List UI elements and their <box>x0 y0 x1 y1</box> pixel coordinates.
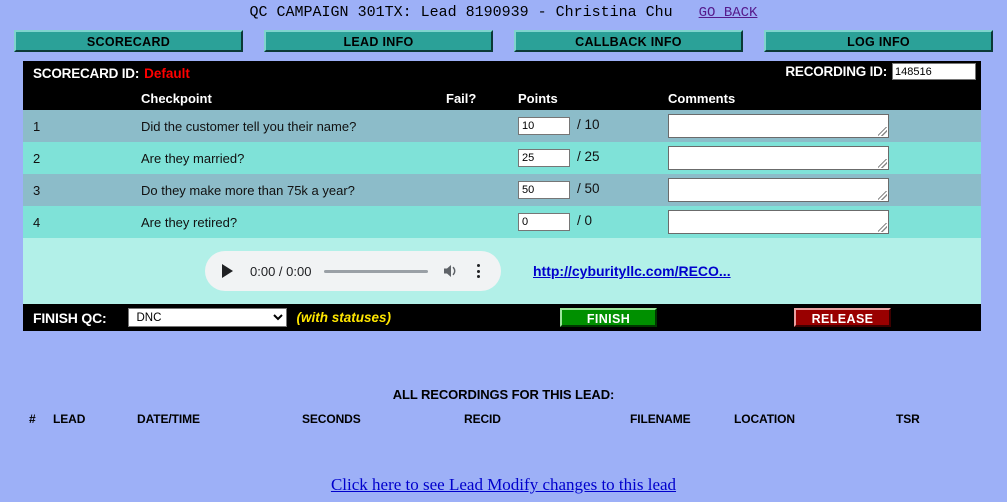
finish-qc-label: FINISH QC: <box>33 309 107 326</box>
points-max: / 10 <box>577 117 600 133</box>
column-header-comments: Comments <box>668 90 736 106</box>
points-input[interactable] <box>518 181 570 199</box>
points-max: / 25 <box>577 149 600 165</box>
table-row: 3 Do they make more than 75k a year? / 5… <box>23 174 981 206</box>
row-comments-cell <box>668 146 981 170</box>
tab-log-info[interactable]: LOG INFO <box>764 30 993 52</box>
recording-id-input[interactable] <box>892 63 976 80</box>
comments-textarea[interactable] <box>668 178 889 202</box>
all-recordings-title: ALL RECORDINGS FOR THIS LEAD: <box>392 387 615 402</box>
go-back-link[interactable]: GO BACK <box>699 5 758 21</box>
row-comments-cell <box>668 178 981 202</box>
recording-id-label: RECORDING ID: <box>785 64 887 79</box>
row-comments-cell <box>668 210 981 234</box>
tab-callback-info[interactable]: CALLBACK INFO <box>514 30 743 52</box>
recordings-column-filename: FILENAME <box>630 412 691 426</box>
table-row: 4 Are they retired? / 0 <box>23 206 981 238</box>
row-checkpoint: Are they married? <box>141 150 245 166</box>
row-number: 4 <box>33 214 41 230</box>
column-header-points: Points <box>518 90 558 106</box>
row-checkpoint: Are they retired? <box>141 214 238 230</box>
more-vertical-icon[interactable] <box>471 262 487 280</box>
recordings-column-location: LOCATION <box>734 412 795 426</box>
tab-lead-info[interactable]: LEAD INFO <box>264 30 493 52</box>
recordings-column-lead: LEAD <box>53 412 86 426</box>
column-header-checkpoint: Checkpoint <box>141 90 212 106</box>
audio-progress-slider[interactable] <box>324 269 428 273</box>
points-input[interactable] <box>518 117 570 135</box>
play-icon[interactable] <box>219 263 235 279</box>
row-points-cell: / 25 <box>518 149 668 167</box>
tab-scorecard[interactable]: SCORECARD <box>14 30 243 52</box>
row-number: 2 <box>33 150 41 166</box>
recordings-column-recid: RECID <box>464 412 501 426</box>
row-checkpoint: Did the customer tell you their name? <box>141 118 357 134</box>
comments-textarea[interactable] <box>668 146 889 170</box>
with-statuses-note: (with statuses) <box>296 310 391 325</box>
all-recordings-column-headers: # LEAD DATE/TIME SECONDS RECID FILENAME … <box>0 412 1007 430</box>
finish-button[interactable]: FINISH <box>560 308 657 327</box>
row-number: 1 <box>33 118 41 134</box>
row-points-cell: / 50 <box>518 181 668 199</box>
all-recordings-section: ALL RECORDINGS FOR THIS LEAD: # LEAD DAT… <box>0 387 1007 430</box>
scorecard-id-label: SCORECARD ID: <box>33 66 140 81</box>
points-input[interactable] <box>518 213 570 231</box>
release-button[interactable]: RELEASE <box>794 308 891 327</box>
column-header-fail: Fail? <box>446 90 477 106</box>
points-input[interactable] <box>518 149 570 167</box>
recording-player-row: 0:00 / 0:00 http://cyburityllc.com/RECO.… <box>23 238 981 304</box>
status-select[interactable]: DNC <box>128 308 288 327</box>
page-title-text: QC CAMPAIGN 301TX: Lead 8190939 - Christ… <box>249 4 673 21</box>
tab-bar: SCORECARD LEAD INFO CALLBACK INFO LOG IN… <box>0 30 1007 52</box>
scorecard-panel: SCORECARD ID: Default RECORDING ID: Chec… <box>23 61 981 331</box>
lead-modify-link[interactable]: Click here to see Lead Modify changes to… <box>331 475 676 494</box>
scorecard-column-headers: Checkpoint Fail? Points Comments <box>23 86 981 110</box>
scorecard-header: SCORECARD ID: Default RECORDING ID: <box>23 61 981 86</box>
comments-textarea[interactable] <box>668 210 889 234</box>
comments-textarea[interactable] <box>668 114 889 138</box>
footer: Click here to see Lead Modify changes to… <box>0 475 1007 495</box>
audio-time: 0:00 / 0:00 <box>250 263 312 279</box>
row-comments-cell <box>668 114 981 138</box>
points-max: / 50 <box>577 181 600 197</box>
recordings-column-seconds: SECONDS <box>302 412 361 426</box>
recordings-column-datetime: DATE/TIME <box>137 412 200 426</box>
table-row: 1 Did the customer tell you their name? … <box>23 110 981 142</box>
recordings-column-tsr: TSR <box>896 412 920 426</box>
row-points-cell: / 0 <box>518 213 668 231</box>
table-row: 2 Are they married? / 25 <box>23 142 981 174</box>
points-max: / 0 <box>577 213 593 229</box>
volume-icon[interactable] <box>441 262 461 280</box>
row-checkpoint: Do they make more than 75k a year? <box>141 182 355 198</box>
recording-id-group: RECORDING ID: <box>785 63 976 80</box>
page-title: QC CAMPAIGN 301TX: Lead 8190939 - Christ… <box>0 0 1007 21</box>
scorecard-id-value: Default <box>144 66 190 81</box>
recording-url-link[interactable]: http://cyburityllc.com/RECO... <box>533 263 731 279</box>
row-points-cell: / 10 <box>518 117 668 135</box>
audio-player[interactable]: 0:00 / 0:00 <box>205 251 501 291</box>
row-number: 3 <box>33 182 41 198</box>
recordings-column-num: # <box>29 412 36 426</box>
finish-qc-bar: FINISH QC: DNC (with statuses) FINISH RE… <box>23 304 981 331</box>
